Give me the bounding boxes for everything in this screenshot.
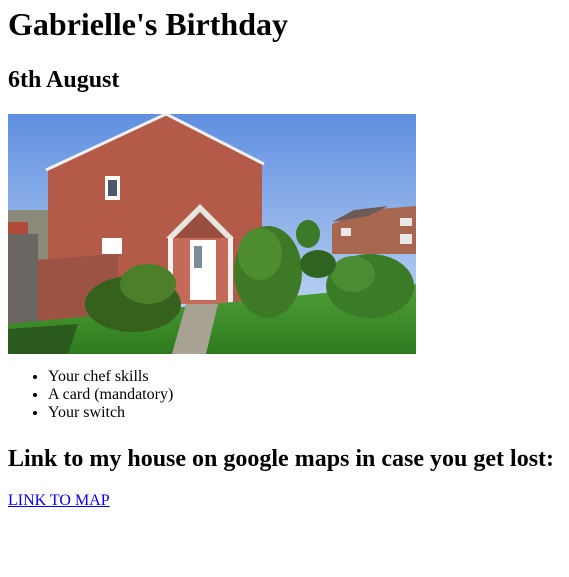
page: Gabrielle's Birthday 6th August • Your c…	[0, 0, 569, 510]
list-item: Your switch	[48, 404, 561, 422]
maps-heading: Link to my house on google maps in case …	[8, 446, 555, 472]
list-item: A card (mandatory)	[48, 386, 561, 404]
gift-list: Your chef skills A card (mandatory) Your…	[8, 368, 561, 422]
list-item: Your chef skills	[48, 368, 561, 386]
event-date: 6th August	[8, 67, 120, 93]
page-title: Gabrielle's Birthday	[8, 6, 288, 42]
map-link[interactable]: LINK TO MAP	[8, 492, 110, 510]
house-photo	[8, 114, 416, 354]
